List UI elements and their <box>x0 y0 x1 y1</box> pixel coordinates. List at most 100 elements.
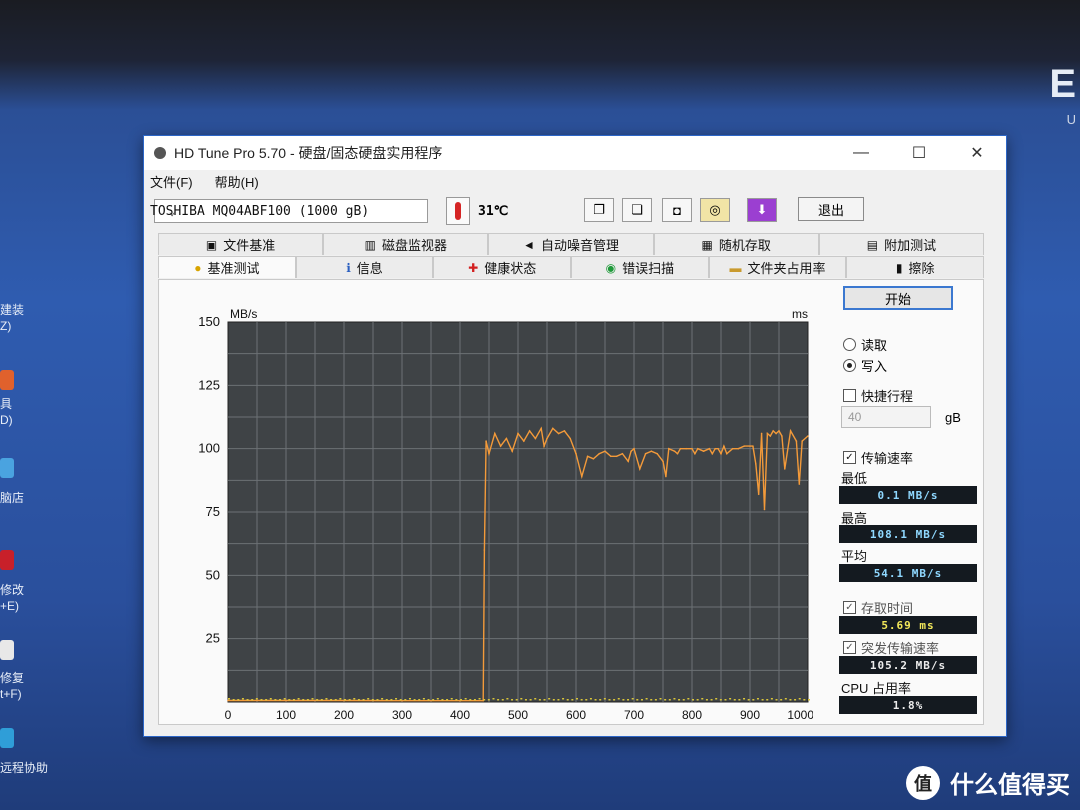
copy-button[interactable]: ❐ <box>584 198 614 222</box>
access-time-dot <box>395 698 398 700</box>
read-radio[interactable]: 读取 <box>843 335 887 354</box>
desktop-icon-2[interactable]: 具 D) <box>0 396 13 428</box>
access-time-dot <box>701 698 704 700</box>
app-shortcut-icon[interactable] <box>0 370 14 390</box>
tab-disk-monitor[interactable]: ▥ 磁盘监视器 <box>323 233 489 255</box>
save-button[interactable]: ⬇ <box>747 198 777 222</box>
tab-label: 随机存取 <box>718 238 771 253</box>
write-radio[interactable]: 写入 <box>843 356 887 375</box>
thermometer-icon <box>446 197 470 225</box>
copy-text-button[interactable]: ❏ <box>622 198 652 222</box>
desktop-icon-6[interactable]: 远程协助 <box>0 760 48 776</box>
access-time-dot <box>664 699 667 701</box>
desktop-icon-4[interactable]: 修改 +E) <box>0 582 24 614</box>
maximize-button[interactable]: ☐ <box>890 143 948 163</box>
access-time-dot <box>692 699 694 701</box>
access-time-dot <box>543 699 546 701</box>
tab-label: 磁盘监视器 <box>381 238 447 253</box>
access-time-dot <box>715 698 718 700</box>
checkmark-icon: ✓ <box>843 451 856 464</box>
access-time-dot <box>316 699 319 701</box>
access-time-checkbox[interactable]: ✓ 存取时间 <box>843 598 913 617</box>
data-point <box>630 450 632 452</box>
desktop-icon-label: 远程协助 <box>0 761 49 775</box>
tab-benchmark[interactable]: ● 基准测试 <box>158 256 296 278</box>
access-time-dot <box>687 698 690 700</box>
menu-file[interactable]: 文件(F) <box>150 172 193 191</box>
data-point <box>644 452 647 455</box>
drive-select[interactable]: TOSHIBA MQ04ABF100 (1000 gB) ⌄ <box>150 199 428 223</box>
data-point <box>656 452 658 455</box>
exit-button[interactable]: 退出 <box>798 197 864 221</box>
access-time-dot <box>608 699 611 701</box>
x-tick-label: 400 <box>450 708 470 722</box>
access-time-dot <box>269 698 272 700</box>
minimize-button[interactable]: — <box>832 144 890 162</box>
data-point <box>592 458 595 460</box>
access-time-dot <box>775 699 778 701</box>
store-icon[interactable] <box>0 458 14 478</box>
tab-random-access[interactable]: ▦ 随机存取 <box>653 233 819 255</box>
start-button[interactable]: 开始 <box>843 286 953 310</box>
desktop-icon-1[interactable]: 建装 Z) <box>0 302 24 334</box>
short-stroke-checkbox[interactable]: 快捷行程 <box>843 386 913 405</box>
data-point <box>621 452 624 455</box>
title-bar[interactable]: HD Tune Pro 5.70 - 硬盘/固态硬盘实用程序 — ☐ ✕ <box>144 136 1006 170</box>
avg-value: 54.1 MB/s <box>839 564 977 582</box>
x-tick-label: 1000gB <box>787 708 813 722</box>
menu-help[interactable]: 帮助(H) <box>215 172 259 191</box>
cpu-label: CPU 占用率 <box>841 681 912 696</box>
data-point <box>752 445 754 447</box>
x-tick-label: 300 <box>392 708 412 722</box>
tab-health[interactable]: ✚ 健康状态 <box>433 256 572 278</box>
data-point <box>569 437 571 440</box>
data-point <box>763 508 766 511</box>
screenshot-button[interactable]: ◘ <box>662 198 692 222</box>
transfer-rate-label: 传输速率 <box>861 451 914 466</box>
radio-circle-icon <box>843 338 856 351</box>
tab-erase[interactable]: ▮ 擦除 <box>846 256 985 278</box>
remote-assist-icon[interactable] <box>0 728 14 748</box>
tab-folder-usage[interactable]: ▬ 文件夹占用率 <box>708 256 847 278</box>
disk-monitor-icon: ▥ <box>364 237 376 252</box>
access-time-dot <box>729 698 732 700</box>
watermark-text: 什么值得买 <box>950 772 1070 799</box>
access-time-dot <box>552 699 555 701</box>
tab-error-scan[interactable]: ◉ 错误扫描 <box>571 256 709 278</box>
access-time-dot <box>808 699 810 701</box>
access-time-label: 存取时间 <box>861 601 914 616</box>
data-point <box>586 455 589 458</box>
data-point <box>563 430 566 432</box>
tab-aam[interactable]: ◄ 自动噪音管理 <box>488 233 654 255</box>
close-button[interactable]: ✕ <box>948 143 1006 163</box>
tab-info[interactable]: ℹ 信息 <box>295 256 434 278</box>
access-time-dot <box>594 699 597 701</box>
access-time-dot <box>311 698 314 700</box>
access-time-dot <box>761 699 764 701</box>
tab-file-benchmark[interactable]: ▣ 文件基准 <box>158 233 324 255</box>
access-time-dot <box>752 699 755 701</box>
access-time-dot <box>636 699 639 701</box>
access-time-dot <box>747 699 750 701</box>
first-aid-icon[interactable] <box>0 640 14 660</box>
transfer-rate-checkbox[interactable]: ✓ 传输速率 <box>843 448 913 467</box>
temperature-value: 31℃ <box>478 203 509 219</box>
data-point <box>285 699 287 702</box>
desktop-icon-5[interactable]: 修复 t+F) <box>0 670 24 702</box>
desktop-icon-3[interactable]: 脑店 <box>0 490 24 506</box>
access-time-dot <box>446 699 449 701</box>
y-axis-label: MB/s <box>230 307 257 321</box>
options-button[interactable]: ◎ <box>700 198 730 222</box>
access-time-dot <box>371 699 374 701</box>
data-point <box>662 460 664 463</box>
tab-extra-tests[interactable]: ▤ 附加测试 <box>818 233 985 255</box>
health-cross-icon: ✚ <box>468 260 479 275</box>
short-stroke-label: 快捷行程 <box>861 389 914 404</box>
access-time-dot <box>770 698 773 700</box>
burst-rate-checkbox[interactable]: ✓ 突发传输速率 <box>843 638 939 657</box>
short-stroke-input[interactable]: 40 <box>841 406 931 428</box>
repair-tool-icon[interactable] <box>0 550 14 570</box>
data-point <box>668 447 670 450</box>
benchmark-panel: 2550751001251501020304050600100200300400… <box>158 279 984 725</box>
copy-text-icon: ❏ <box>631 202 643 217</box>
